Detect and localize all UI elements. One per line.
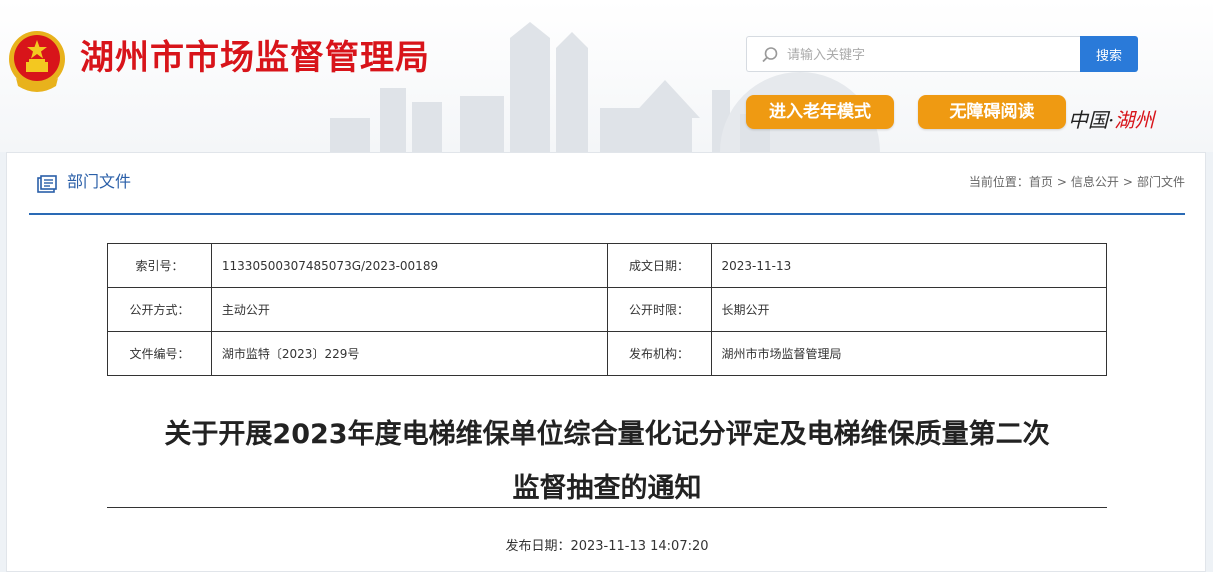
document-list-icon: [37, 175, 57, 193]
document-metadata-table: 索引号： 11330500307485073G/2023-00189 成文日期：…: [107, 243, 1107, 376]
index-number-label: 索引号：: [107, 243, 212, 288]
document-title-line-1: 关于开展2023年度电梯维保单位综合量化记分评定及电梯维保质量第二次: [164, 419, 1050, 450]
disclosure-period-label: 公开时限：: [606, 287, 712, 332]
search-icon: [762, 47, 778, 63]
section-header: 部门文件 当前位置：首页 > 信息公开 > 部门文件: [29, 153, 1185, 215]
disclosure-period-value: 长期公开: [710, 287, 1107, 332]
accessible-reading-button[interactable]: 无障碍阅读: [918, 95, 1066, 129]
breadcrumb-separator: >: [1122, 175, 1133, 189]
document-number-label: 文件编号：: [107, 331, 212, 376]
written-date-value: 2023-11-13: [710, 243, 1107, 288]
table-row: 文件编号： 湖市监特〔2023〕229号 发布机构： 湖州市市场监督管理局: [107, 331, 1107, 376]
site-header: 湖州市市场监督管理局 搜索 进入老年模式 无障碍阅读 中国·湖州: [0, 0, 1213, 152]
breadcrumb-info-disclosure[interactable]: 信息公开: [1071, 175, 1119, 189]
section-title: 部门文件: [67, 172, 132, 191]
document-number-value: 湖市监特〔2023〕229号: [210, 331, 608, 376]
elder-mode-button[interactable]: 进入老年模式: [746, 95, 894, 129]
table-row: 索引号： 11330500307485073G/2023-00189 成文日期：…: [107, 243, 1107, 288]
breadcrumb: 当前位置：首页 > 信息公开 > 部门文件: [969, 173, 1185, 190]
search-input[interactable]: [785, 37, 1069, 73]
national-emblem-icon: [9, 31, 65, 92]
site-title[interactable]: 湖州市市场监督管理局: [80, 36, 430, 80]
written-date-label: 成文日期：: [606, 243, 712, 288]
breadcrumb-prefix: 当前位置：: [968, 175, 1029, 189]
disclosure-method-value: 主动公开: [210, 287, 608, 332]
search-box: [746, 36, 1080, 73]
publish-date: 发布日期：2023-11-13 14:07:20: [505, 539, 709, 554]
table-row: 公开方式： 主动公开 公开时限： 长期公开: [107, 287, 1107, 332]
title-divider: [107, 507, 1107, 508]
brand-prefix: 中国·: [1068, 108, 1115, 132]
content-panel: 部门文件 当前位置：首页 > 信息公开 > 部门文件 索引号： 113305003074…: [6, 152, 1206, 572]
publishing-agency-value: 湖州市市场监督管理局: [710, 331, 1107, 376]
disclosure-method-label: 公开方式：: [107, 287, 212, 332]
search-button[interactable]: 搜索: [1080, 36, 1138, 72]
index-number-value: 11330500307485073G/2023-00189: [210, 243, 608, 288]
breadcrumb-home[interactable]: 首页: [1029, 175, 1053, 189]
breadcrumb-separator: >: [1056, 175, 1067, 189]
publishing-agency-label: 发布机构：: [606, 331, 712, 376]
document-title: 关于开展2023年度电梯维保单位综合量化记分评定及电梯维保质量第二次 监督抽查的…: [87, 408, 1127, 516]
brand-city: 湖州: [1114, 108, 1155, 132]
breadcrumb-department-docs[interactable]: 部门文件: [1137, 175, 1185, 189]
china-huzhou-brand-logo: 中国·湖州: [1068, 104, 1154, 133]
